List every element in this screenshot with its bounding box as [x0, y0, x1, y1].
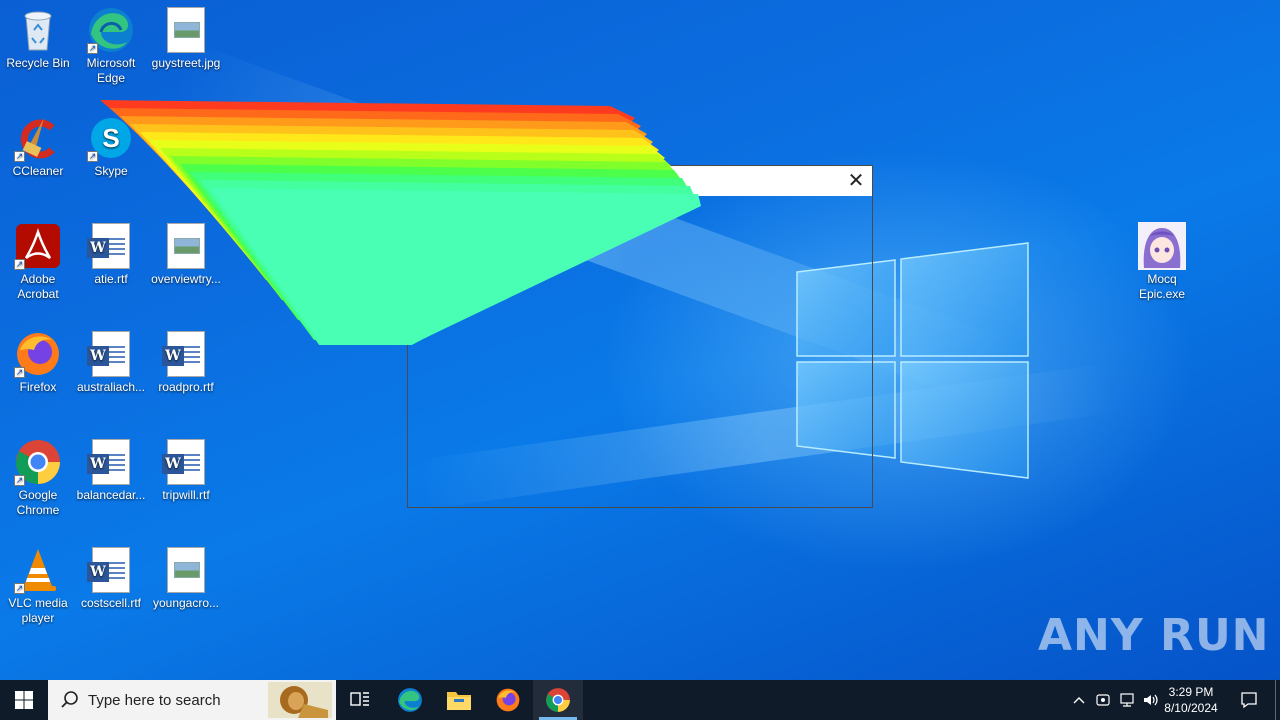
desktop-icon-costscell-rtf[interactable]: W costscell.rtf [73, 546, 149, 611]
taskbar-clock[interactable]: 3:29 PM 8/10/2024 [1160, 684, 1222, 716]
anime-app-icon [1138, 222, 1186, 270]
icon-label: guystreet.jpg [151, 56, 221, 70]
icon-label: CCleaner [12, 164, 64, 178]
icon-label: youngacro... [152, 596, 220, 610]
tray-network[interactable] [1116, 680, 1138, 720]
image-file-icon [162, 6, 210, 54]
desktop-icon-google-chrome[interactable]: ↗ Google Chrome [0, 438, 76, 518]
word-doc-icon: W [162, 438, 210, 486]
desktop-icon-adobe-acrobat[interactable]: ↗ Adobe Acrobat [0, 222, 76, 302]
notification-icon [1241, 692, 1257, 709]
edge-icon [398, 688, 422, 712]
shortcut-arrow-icon: ↗ [14, 475, 25, 486]
shortcut-arrow-icon: ↗ [14, 259, 25, 270]
shortcut-arrow-icon: ↗ [87, 43, 98, 54]
action-center-button[interactable] [1232, 680, 1266, 720]
chrome-icon: ↗ [14, 438, 62, 486]
show-desktop-button[interactable] [1275, 680, 1280, 720]
desktop-icon-balancedar[interactable]: W balancedar... [73, 438, 149, 503]
vlc-icon: ↗ [14, 546, 62, 594]
icon-label: Adobe Acrobat [17, 272, 59, 301]
desktop[interactable]: Recycle Bin ↗ CCleaner ↗ Adobe Acrobat ↗… [0, 0, 1280, 680]
rainbow-band [210, 188, 701, 345]
clock-date: 8/10/2024 [1164, 701, 1218, 715]
tray-meet-now[interactable] [1092, 680, 1114, 720]
icon-label: costscell.rtf [80, 596, 141, 610]
icon-label: Microsoft Edge [86, 56, 136, 85]
icon-label: australiach... [76, 380, 146, 394]
icon-label: Google Chrome [16, 488, 60, 517]
tray-show-hidden-icons[interactable] [1068, 680, 1090, 720]
rainbow-smear-artifact [100, 100, 701, 345]
edge-icon: ↗ [87, 6, 135, 54]
taskbar-file-explorer[interactable] [435, 680, 483, 720]
search-placeholder: Type here to search [88, 692, 221, 709]
firefox-icon [496, 688, 520, 712]
lion-search-highlight-icon [268, 682, 332, 718]
image-file-icon [162, 546, 210, 594]
taskbar-firefox[interactable] [484, 680, 532, 720]
shortcut-arrow-icon: ↗ [14, 583, 25, 594]
icon-label: Mocq Epic.exe [1138, 272, 1186, 301]
desktop-icon-tripwill-rtf[interactable]: W tripwill.rtf [148, 438, 224, 503]
volume-icon [1144, 694, 1158, 706]
taskbar-edge[interactable] [386, 680, 434, 720]
search-icon [61, 691, 78, 708]
icon-label: tripwill.rtf [162, 488, 210, 502]
desktop-icon-ccleaner[interactable]: ↗ CCleaner [0, 114, 76, 179]
close-icon[interactable]: ✕ [842, 167, 870, 195]
acrobat-icon: ↗ [14, 222, 62, 270]
icon-label: VLC media player [8, 596, 68, 625]
word-doc-icon: W [87, 438, 135, 486]
icon-label: Firefox [19, 380, 57, 394]
desktop-icon-vlc[interactable]: ↗ VLC media player [0, 546, 76, 626]
icon-label: Recycle Bin [6, 56, 70, 70]
desktop-icon-youngacro[interactable]: youngacro... [148, 546, 224, 611]
taskbar-task-view[interactable] [340, 680, 380, 720]
chevron-up-icon [1073, 697, 1085, 704]
meet-now-icon [1096, 694, 1110, 706]
taskbar-search-box[interactable]: Type here to search [48, 680, 336, 720]
icon-label: roadpro.rtf [158, 380, 214, 394]
word-doc-icon: W [87, 546, 135, 594]
task-view-icon [350, 692, 369, 706]
recycle-bin-icon [14, 6, 62, 54]
clock-time: 3:29 PM [1168, 685, 1214, 699]
network-icon [1120, 693, 1134, 707]
taskbar-chrome[interactable] [533, 680, 583, 720]
firefox-icon: ↗ [14, 330, 62, 378]
chrome-icon [546, 688, 570, 712]
desktop-icon-guystreet-jpg[interactable]: guystreet.jpg [148, 6, 224, 71]
ccleaner-icon: ↗ [14, 114, 62, 162]
desktop-icon-mocq-epic[interactable]: Mocq Epic.exe [1124, 222, 1200, 302]
shortcut-arrow-icon: ↗ [14, 367, 25, 378]
shortcut-arrow-icon: ↗ [14, 151, 25, 162]
desktop-icon-recycle-bin[interactable]: Recycle Bin [0, 6, 76, 71]
taskbar: Type here to search 3:29 PM 8/10/2024 [0, 680, 1280, 720]
anyrun-watermark: ANY RUN [1038, 610, 1270, 661]
desktop-icon-firefox[interactable]: ↗ Firefox [0, 330, 76, 395]
folder-icon [447, 692, 471, 710]
windows-start-icon [15, 691, 33, 709]
desktop-icon-microsoft-edge[interactable]: ↗ Microsoft Edge [73, 6, 149, 86]
start-button[interactable] [0, 680, 48, 720]
tray-volume[interactable] [1140, 680, 1162, 720]
icon-label: balancedar... [76, 488, 146, 502]
